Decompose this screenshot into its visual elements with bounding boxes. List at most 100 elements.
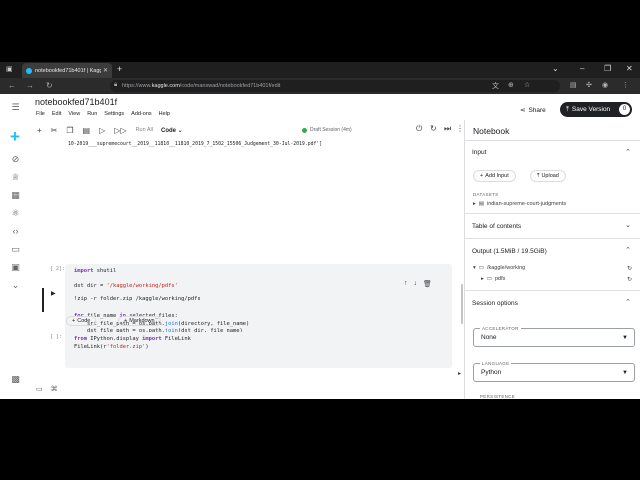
- output-root-item[interactable]: ▾ ▭ /kaggle/working: [473, 265, 525, 271]
- profile-icon[interactable]: ◉: [602, 81, 608, 89]
- run-all-label[interactable]: Run All: [136, 127, 153, 133]
- tab-bar: ▣ notebookfed71b401f | Kaggle ✕ + ⌄ – ❐ …: [0, 62, 640, 78]
- code-icon[interactable]: ‹›: [10, 226, 21, 237]
- paste-icon[interactable]: ▤: [83, 126, 91, 135]
- delete-cell-icon[interactable]: 🗑︎: [423, 280, 432, 288]
- language-value: Python: [481, 369, 502, 376]
- back-icon[interactable]: ←: [8, 81, 16, 90]
- refresh-icon[interactable]: ↻: [627, 276, 632, 283]
- run-cell-play-icon[interactable]: ▶: [51, 290, 56, 297]
- toolbar-more-icon[interactable]: ⋮: [456, 124, 464, 133]
- kaggle-app: ☰ + ⊘ ♕ ▦ ⚛ ‹› ▭ ▣ ⌄ ▩ notebookfed71b401…: [0, 94, 640, 399]
- share-icon: ⋖: [520, 107, 526, 114]
- new-tab-icon[interactable]: +: [117, 64, 122, 74]
- copy-icon[interactable]: ❐: [66, 126, 73, 135]
- datasets-icon[interactable]: ▦: [10, 190, 21, 201]
- menu-help[interactable]: Help: [159, 111, 170, 117]
- browser-window: ▣ notebookfed71b401f | Kaggle ✕ + ⌄ – ❐ …: [0, 62, 640, 399]
- extensions-puzzle-icon[interactable]: ✣: [586, 81, 592, 89]
- kaggle-favicon-icon: [26, 67, 32, 74]
- upload-button[interactable]: ⤒ Upload: [530, 170, 566, 182]
- save-count-badge: 0: [619, 104, 630, 115]
- cut-icon[interactable]: ✂: [51, 126, 58, 135]
- dataset-name: indian-supreme-court-judgments: [486, 201, 567, 207]
- output-heading[interactable]: Output (1.5MiB / 19.5GiB): [472, 248, 547, 255]
- restore-icon[interactable]: ❐: [604, 64, 611, 73]
- fast-forward-icon[interactable]: ⏭: [444, 124, 451, 134]
- dataset-icon: ▤: [478, 201, 484, 207]
- chevron-down-icon[interactable]: ⌄: [625, 221, 631, 229]
- plus-icon: +: [480, 173, 484, 179]
- chevron-up-icon[interactable]: ⌃: [625, 298, 631, 306]
- move-up-icon[interactable]: ↑: [404, 280, 408, 288]
- console-icon[interactable]: ▭: [36, 385, 43, 393]
- tab-close-icon[interactable]: ✕: [103, 67, 108, 74]
- input-section: Input ⌃ + Add Input ⤒ Upload DATASETS ▸ …: [465, 140, 640, 213]
- refresh-icon[interactable]: ↻: [627, 265, 632, 272]
- move-down-icon[interactable]: ↓: [414, 280, 418, 288]
- language-select[interactable]: LANGUAGE Python ▼: [473, 361, 635, 382]
- menu-file[interactable]: File: [36, 111, 45, 117]
- notebook-scrollbar[interactable]: [461, 284, 463, 324]
- create-plus-icon[interactable]: +: [6, 128, 24, 146]
- models-icon[interactable]: ⚛: [10, 208, 21, 219]
- browser-tab[interactable]: notebookfed71b401f | Kaggle ✕: [22, 63, 112, 78]
- session-heading[interactable]: Session options: [472, 300, 518, 307]
- add-cell-icon[interactable]: +: [37, 126, 42, 135]
- menu-add-ons[interactable]: Add-ons: [131, 111, 152, 117]
- trophy-icon[interactable]: ♕: [10, 172, 21, 183]
- save-version-button[interactable]: ⤒ Save Version 0: [560, 102, 632, 117]
- code-cell-filelink[interactable]: from IPython.display import FileLink Fil…: [65, 332, 452, 362]
- add-code-button[interactable]: + Code: [66, 316, 97, 326]
- menu-run[interactable]: Run: [87, 111, 97, 117]
- chevron-up-icon[interactable]: ⌃: [625, 148, 631, 156]
- compass-icon[interactable]: ⊘: [10, 154, 21, 165]
- terminal-icon[interactable]: ⌘: [51, 385, 58, 393]
- code-cell-zip[interactable]: !zip -r folder.zip /kaggle/working/pdfs: [65, 288, 452, 312]
- hamburger-menu-icon[interactable]: ☰: [10, 102, 21, 113]
- power-icon[interactable]: ⏻: [416, 124, 422, 134]
- learn-icon[interactable]: ▣: [10, 262, 21, 273]
- close-window-icon[interactable]: ✕: [626, 64, 633, 73]
- input-heading[interactable]: Input: [472, 149, 486, 156]
- reload-icon[interactable]: ↻: [46, 81, 53, 90]
- folder-icon: ▭: [486, 276, 492, 282]
- menu-settings[interactable]: Settings: [104, 111, 124, 117]
- notebook-side-panel: Notebook Input ⌃ + Add Input ⤒ Upload DA…: [464, 120, 640, 399]
- run-all-icon[interactable]: ▷▷: [114, 126, 126, 135]
- notebook-title[interactable]: notebookfed71b401f: [35, 97, 117, 107]
- save-icon: ⤒: [566, 105, 569, 113]
- expand-caret-icon: ▸: [481, 276, 484, 282]
- chevron-up-icon[interactable]: ⌃: [625, 246, 631, 254]
- more-chevron-down-icon[interactable]: ⌄: [10, 280, 21, 291]
- kaggle-account-icon[interactable]: ▩: [10, 374, 21, 385]
- run-cell-icon[interactable]: ▷: [99, 126, 105, 135]
- expand-panel-icon[interactable]: ▸: [458, 370, 461, 377]
- share-button[interactable]: ⋖ Share: [520, 106, 546, 115]
- session-status: Draft Session (4m): [302, 127, 352, 133]
- forward-icon[interactable]: →: [26, 81, 34, 90]
- minimize-icon[interactable]: –: [580, 64, 584, 73]
- add-markdown-button[interactable]: + Markdown: [118, 316, 161, 326]
- restart-icon[interactable]: ↻: [430, 124, 437, 133]
- extension-icon[interactable]: ▤: [570, 81, 577, 89]
- browser-menu-icon[interactable]: ⋮: [622, 81, 629, 89]
- dataset-item[interactable]: ▸ ▤ indian-supreme-court-judgments: [473, 201, 566, 207]
- add-input-button[interactable]: + Add Input: [473, 170, 516, 182]
- cell-type-select[interactable]: Code ⌄: [161, 127, 183, 134]
- chevron-down-icon[interactable]: ⌄: [552, 64, 559, 73]
- output-child-item[interactable]: ▸ ▭ pdfs: [481, 276, 505, 282]
- output-child-label: pdfs: [494, 276, 506, 282]
- expand-caret-icon: ▸: [473, 201, 476, 207]
- cell-prompt: [ ]:: [50, 334, 63, 340]
- tab-search-icon[interactable]: ▣: [6, 65, 13, 73]
- bookmark-star-icon[interactable]: ☆: [524, 81, 530, 89]
- accelerator-select[interactable]: ACCELERATOR None ▼: [473, 326, 635, 347]
- menu-edit[interactable]: Edit: [52, 111, 61, 117]
- toc-heading[interactable]: Table of contents: [472, 223, 521, 230]
- menu-view[interactable]: View: [68, 111, 80, 117]
- discussions-icon[interactable]: ▭: [10, 244, 21, 255]
- translate-icon[interactable]: 文: [492, 81, 499, 91]
- zoom-icon[interactable]: ⊕: [508, 81, 514, 89]
- address-bar: ← → ↻ 🔒︎ https://www.kaggle.com/code/man…: [0, 78, 640, 94]
